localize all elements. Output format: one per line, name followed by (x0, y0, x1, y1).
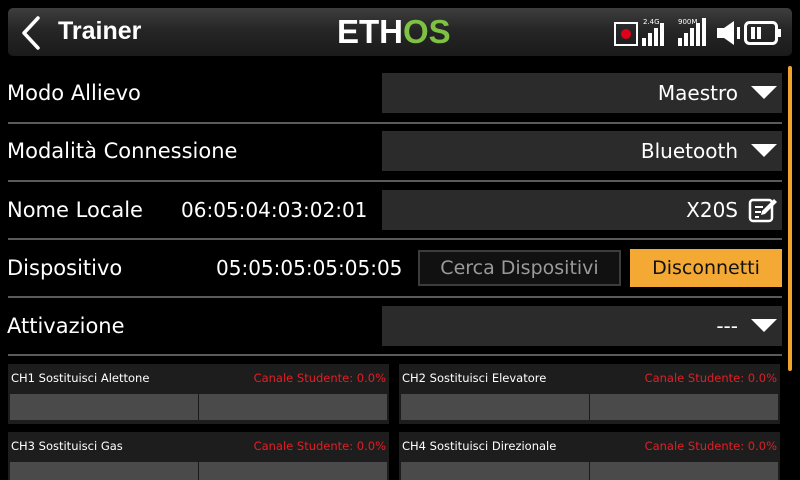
channel-value: Canale Studente: 0.0% (253, 439, 386, 453)
channel-label: CH4 Sostituisci Direzionale (402, 439, 557, 453)
logo-text-left: ETH (337, 13, 403, 50)
logo-text-right: OS (403, 13, 451, 50)
channel-value: Canale Studente: 0.0% (644, 439, 777, 453)
activation-value: --- (716, 314, 738, 338)
page-title: Trainer (58, 17, 142, 45)
local-name-value: X20S (686, 198, 738, 222)
connection-mode-value: Bluetooth (640, 139, 738, 163)
channel-label: CH1 Sostituisci Alettone (11, 371, 150, 385)
channel-bar (10, 462, 387, 480)
local-address-value: 06:05:04:03:02:01 (181, 198, 368, 222)
channel-panel-ch4[interactable]: CH4 Sostituisci Direzionale Canale Stude… (399, 432, 780, 480)
channel-panel-ch1[interactable]: CH1 Sostituisci Alettone Canale Studente… (8, 364, 389, 424)
channel-bar (401, 462, 778, 480)
back-button[interactable] (14, 14, 50, 52)
row-local-name: Nome Locale 06:05:04:03:02:01 X20S (0, 181, 782, 239)
channel-value: Canale Studente: 0.0% (253, 371, 386, 385)
channel-panel-ch2[interactable]: CH2 Sostituisci Elevatore Canale Student… (399, 364, 780, 424)
signal-900m-icon: 900M (676, 14, 712, 48)
activation-label: Attivazione (7, 314, 125, 338)
header-bar: Trainer ETHOS 2.4G 900M (0, 0, 800, 62)
local-name-field[interactable]: X20S (382, 190, 782, 230)
trainer-mode-value: Maestro (657, 81, 738, 105)
row-activation: Attivazione --- (0, 297, 782, 355)
edit-icon (748, 198, 777, 223)
battery-icon (744, 20, 782, 46)
connection-mode-label: Modalità Connessione (7, 139, 238, 163)
device-address-value: 05:05:05:05:05:05 (216, 256, 403, 280)
row-connection-mode: Modalità Connessione Bluetooth (0, 123, 782, 181)
dropdown-arrow-icon (751, 144, 777, 157)
channel-panel-ch3[interactable]: CH3 Sostituisci Gas Canale Studente: 0.0… (8, 432, 389, 480)
divider (8, 354, 782, 356)
search-devices-button[interactable]: Cerca Dispositivi (418, 250, 621, 286)
dropdown-arrow-icon (751, 86, 777, 99)
volume-icon (717, 20, 743, 46)
channel-bar (10, 394, 387, 420)
activation-select[interactable]: --- (382, 306, 782, 346)
channel-bar (401, 394, 778, 420)
ethos-logo: ETHOS (337, 14, 451, 50)
trainer-mode-select[interactable]: Maestro (382, 73, 782, 113)
disconnect-button[interactable]: Disconnetti (630, 249, 782, 287)
row-trainer-mode: Modo Allievo Maestro (0, 64, 782, 122)
record-icon (614, 22, 638, 46)
dropdown-arrow-icon (751, 319, 777, 332)
scrollbar[interactable] (788, 66, 792, 371)
channel-value: Canale Studente: 0.0% (644, 371, 777, 385)
channel-label: CH2 Sostituisci Elevatore (402, 371, 547, 385)
device-label: Dispositivo (7, 256, 123, 280)
row-device: Dispositivo 05:05:05:05:05:05 Cerca Disp… (0, 239, 782, 297)
channel-label: CH3 Sostituisci Gas (11, 439, 123, 453)
local-name-label: Nome Locale (7, 198, 143, 222)
trainer-mode-label: Modo Allievo (7, 81, 141, 105)
connection-mode-select[interactable]: Bluetooth (382, 131, 782, 171)
chevron-left-icon (22, 16, 40, 50)
signal-2g4-icon: 2.4G (641, 14, 669, 48)
